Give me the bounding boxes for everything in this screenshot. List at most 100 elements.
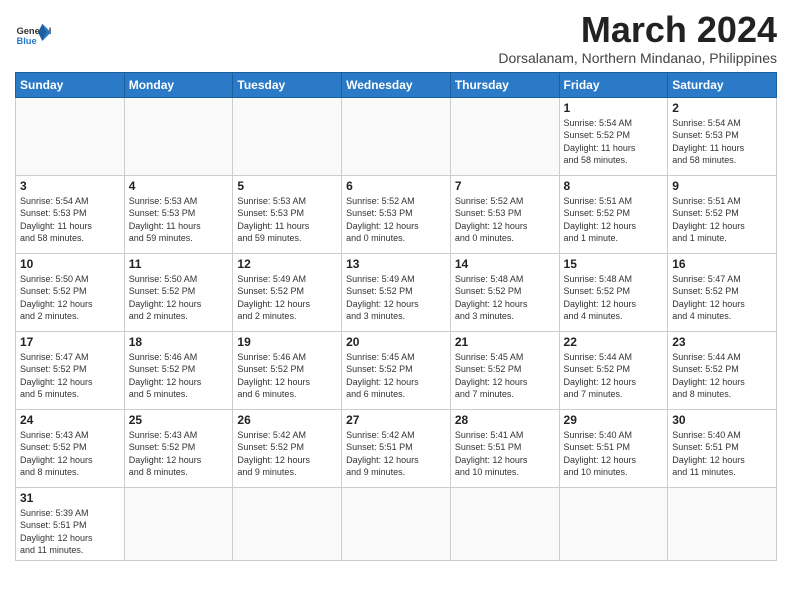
day-cell: 24 Sunrise: 5:43 AM Sunset: 5:52 PM Dayli… — [16, 409, 125, 487]
day-info: Sunrise: 5:43 AM Sunset: 5:52 PM Dayligh… — [20, 429, 120, 479]
day-cell — [450, 97, 559, 175]
day-info: Sunrise: 5:49 AM Sunset: 5:52 PM Dayligh… — [237, 273, 337, 323]
day-info: Sunrise: 5:47 AM Sunset: 5:52 PM Dayligh… — [20, 351, 120, 401]
day-number: 20 — [346, 335, 446, 349]
day-info: Sunrise: 5:54 AM Sunset: 5:52 PM Dayligh… — [564, 117, 664, 167]
day-info: Sunrise: 5:50 AM Sunset: 5:52 PM Dayligh… — [129, 273, 229, 323]
day-number: 22 — [564, 335, 664, 349]
day-cell: 1 Sunrise: 5:54 AM Sunset: 5:52 PM Daylig… — [559, 97, 668, 175]
day-cell: 12 Sunrise: 5:49 AM Sunset: 5:52 PM Dayli… — [233, 253, 342, 331]
day-number: 23 — [672, 335, 772, 349]
day-info: Sunrise: 5:51 AM Sunset: 5:52 PM Dayligh… — [672, 195, 772, 245]
day-number: 26 — [237, 413, 337, 427]
day-number: 14 — [455, 257, 555, 271]
day-info: Sunrise: 5:53 AM Sunset: 5:53 PM Dayligh… — [237, 195, 337, 245]
day-number: 12 — [237, 257, 337, 271]
day-info: Sunrise: 5:42 AM Sunset: 5:52 PM Dayligh… — [237, 429, 337, 479]
day-cell: 22Sunrise: 5:44 AM Sunset: 5:52 PM Dayli… — [559, 331, 668, 409]
day-info: Sunrise: 5:51 AM Sunset: 5:52 PM Dayligh… — [564, 195, 664, 245]
day-info: Sunrise: 5:54 AM Sunset: 5:53 PM Dayligh… — [20, 195, 120, 245]
day-number: 19 — [237, 335, 337, 349]
col-monday: Monday — [124, 72, 233, 97]
day-cell: 6 Sunrise: 5:52 AM Sunset: 5:53 PM Daylig… — [342, 175, 451, 253]
day-cell — [124, 97, 233, 175]
day-number: 24 — [20, 413, 120, 427]
day-info: Sunrise: 5:40 AM Sunset: 5:51 PM Dayligh… — [672, 429, 772, 479]
day-number: 6 — [346, 179, 446, 193]
col-sunday: Sunday — [16, 72, 125, 97]
day-cell: 5 Sunrise: 5:53 AM Sunset: 5:53 PM Daylig… — [233, 175, 342, 253]
logo: General Blue — [15, 18, 51, 54]
col-thursday: Thursday — [450, 72, 559, 97]
week-row-2: 3 Sunrise: 5:54 AM Sunset: 5:53 PM Daylig… — [16, 175, 777, 253]
col-friday: Friday — [559, 72, 668, 97]
day-info: Sunrise: 5:39 AM Sunset: 5:51 PM Dayligh… — [20, 507, 120, 557]
svg-text:Blue: Blue — [16, 36, 36, 46]
day-info: Sunrise: 5:46 AM Sunset: 5:52 PM Dayligh… — [237, 351, 337, 401]
day-number: 11 — [129, 257, 229, 271]
day-cell: 18 Sunrise: 5:46 AM Sunset: 5:52 PM Dayli… — [124, 331, 233, 409]
page-header: General Blue March 2024 Dorsalanam, Nort… — [15, 10, 777, 66]
day-number: 18 — [129, 335, 229, 349]
day-info: Sunrise: 5:52 AM Sunset: 5:53 PM Dayligh… — [346, 195, 446, 245]
day-cell: 8Sunrise: 5:51 AM Sunset: 5:52 PM Daylig… — [559, 175, 668, 253]
day-info: Sunrise: 5:42 AM Sunset: 5:51 PM Dayligh… — [346, 429, 446, 479]
day-cell: 10 Sunrise: 5:50 AM Sunset: 5:52 PM Dayli… — [16, 253, 125, 331]
day-number: 28 — [455, 413, 555, 427]
day-cell: 26 Sunrise: 5:42 AM Sunset: 5:52 PM Dayli… — [233, 409, 342, 487]
day-number: 29 — [564, 413, 664, 427]
day-cell: 31 Sunrise: 5:39 AM Sunset: 5:51 PM Dayli… — [16, 487, 125, 560]
week-row-5: 24 Sunrise: 5:43 AM Sunset: 5:52 PM Dayli… — [16, 409, 777, 487]
day-cell: 11 Sunrise: 5:50 AM Sunset: 5:52 PM Dayli… — [124, 253, 233, 331]
day-info: Sunrise: 5:52 AM Sunset: 5:53 PM Dayligh… — [455, 195, 555, 245]
day-number: 5 — [237, 179, 337, 193]
header-row: Sunday Monday Tuesday Wednesday Thursday… — [16, 72, 777, 97]
day-info: Sunrise: 5:46 AM Sunset: 5:52 PM Dayligh… — [129, 351, 229, 401]
day-cell: 13 Sunrise: 5:49 AM Sunset: 5:52 PM Dayli… — [342, 253, 451, 331]
day-number: 25 — [129, 413, 229, 427]
day-cell: 21Sunrise: 5:45 AM Sunset: 5:52 PM Dayli… — [450, 331, 559, 409]
day-cell: 9 Sunrise: 5:51 AM Sunset: 5:52 PM Daylig… — [668, 175, 777, 253]
day-number: 17 — [20, 335, 120, 349]
day-number: 31 — [20, 491, 120, 505]
day-cell: 15Sunrise: 5:48 AM Sunset: 5:52 PM Dayli… — [559, 253, 668, 331]
day-cell: 25 Sunrise: 5:43 AM Sunset: 5:52 PM Dayli… — [124, 409, 233, 487]
day-number: 3 — [20, 179, 120, 193]
day-cell: 29 Sunrise: 5:40 AM Sunset: 5:51 PM Dayli… — [559, 409, 668, 487]
day-number: 9 — [672, 179, 772, 193]
day-cell: 19 Sunrise: 5:46 AM Sunset: 5:52 PM Dayli… — [233, 331, 342, 409]
day-number: 21 — [455, 335, 555, 349]
day-number: 10 — [20, 257, 120, 271]
day-cell: 17 Sunrise: 5:47 AM Sunset: 5:52 PM Dayli… — [16, 331, 125, 409]
day-info: Sunrise: 5:54 AM Sunset: 5:53 PM Dayligh… — [672, 117, 772, 167]
day-number: 15 — [564, 257, 664, 271]
day-info: Sunrise: 5:43 AM Sunset: 5:52 PM Dayligh… — [129, 429, 229, 479]
day-info: Sunrise: 5:49 AM Sunset: 5:52 PM Dayligh… — [346, 273, 446, 323]
day-info: Sunrise: 5:50 AM Sunset: 5:52 PM Dayligh… — [20, 273, 120, 323]
day-info: Sunrise: 5:45 AM Sunset: 5:52 PM Dayligh… — [346, 351, 446, 401]
day-cell — [450, 487, 559, 560]
day-number: 4 — [129, 179, 229, 193]
day-number: 13 — [346, 257, 446, 271]
title-area: March 2024 Dorsalanam, Northern Mindanao… — [498, 10, 777, 66]
day-cell: 23Sunrise: 5:44 AM Sunset: 5:52 PM Dayli… — [668, 331, 777, 409]
day-cell — [559, 487, 668, 560]
day-cell: 4Sunrise: 5:53 AM Sunset: 5:53 PM Daylig… — [124, 175, 233, 253]
day-cell — [233, 487, 342, 560]
day-number: 27 — [346, 413, 446, 427]
week-row-4: 17 Sunrise: 5:47 AM Sunset: 5:52 PM Dayli… — [16, 331, 777, 409]
day-cell: 3 Sunrise: 5:54 AM Sunset: 5:53 PM Daylig… — [16, 175, 125, 253]
day-cell — [342, 97, 451, 175]
day-cell — [342, 487, 451, 560]
day-number: 1 — [564, 101, 664, 115]
day-cell: 27 Sunrise: 5:42 AM Sunset: 5:51 PM Dayli… — [342, 409, 451, 487]
day-cell: 20 Sunrise: 5:45 AM Sunset: 5:52 PM Dayli… — [342, 331, 451, 409]
calendar-table: Sunday Monday Tuesday Wednesday Thursday… — [15, 72, 777, 561]
col-wednesday: Wednesday — [342, 72, 451, 97]
day-number: 30 — [672, 413, 772, 427]
day-cell — [16, 97, 125, 175]
day-cell — [124, 487, 233, 560]
day-number: 2 — [672, 101, 772, 115]
day-cell: 28Sunrise: 5:41 AM Sunset: 5:51 PM Dayli… — [450, 409, 559, 487]
day-info: Sunrise: 5:40 AM Sunset: 5:51 PM Dayligh… — [564, 429, 664, 479]
